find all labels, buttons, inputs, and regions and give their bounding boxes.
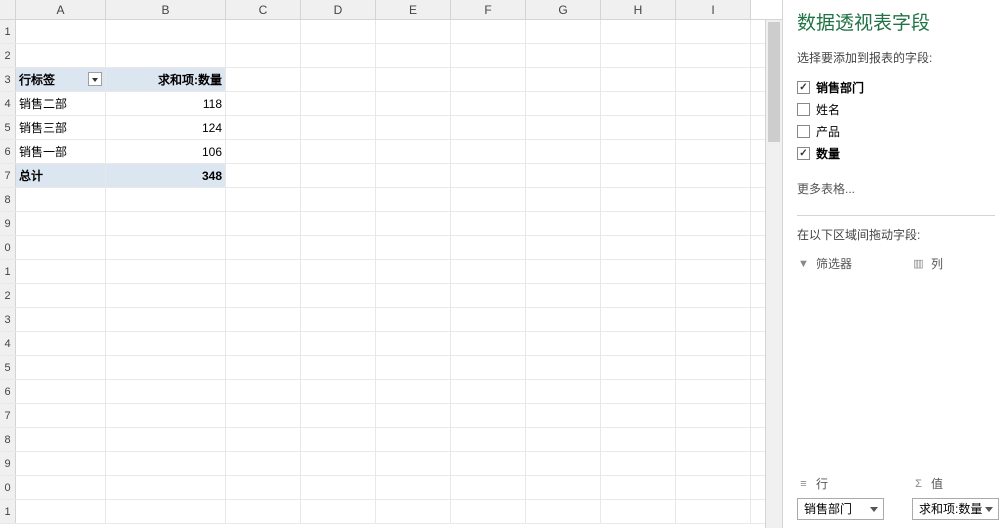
field-label: 姓名 [816,101,840,118]
area-header-filter: ▼ 筛选器 [797,255,884,272]
row-header[interactable]: 9 [0,452,16,475]
area-header-columns: ▥ 列 [912,255,999,272]
pivot-row-label-text: 行标签 [19,73,55,87]
drag-areas-label: 在以下区域间拖动字段: [797,226,1005,243]
row-header[interactable]: 1 [0,260,16,283]
row-header[interactable]: 8 [0,428,16,451]
row-header[interactable]: 0 [0,236,16,259]
panel-subtitle: 选择要添加到报表的字段: [797,49,1005,66]
columns-icon: ▥ [912,257,925,270]
row-header[interactable]: 8 [0,188,16,211]
more-tables-link[interactable]: 更多表格... [797,180,1005,197]
col-header-A[interactable]: A [16,0,106,19]
row-header[interactable]: 0 [0,476,16,499]
field-item-name[interactable]: 姓名 [797,98,1005,120]
col-header-D[interactable]: D [301,0,376,19]
scrollbar-thumb[interactable] [768,22,780,142]
area-label: 列 [931,255,943,272]
areas-grid: ▼ 筛选器 ▥ 列 ≡ 行 Σ 值 销售部门 求和项:数量 [797,255,1005,520]
row-header[interactable]: 9 [0,212,16,235]
filter-dropdown-icon[interactable] [88,72,102,86]
area-label: 行 [816,475,828,492]
row-header[interactable]: 6 [0,380,16,403]
col-header-H[interactable]: H [601,0,676,19]
pivot-grand-total-label[interactable]: 总计 [16,164,106,187]
select-all-corner[interactable] [0,0,16,19]
pivot-row-label[interactable]: 销售一部 [16,140,106,163]
col-header-C[interactable]: C [226,0,301,19]
row-header[interactable]: 6 [0,140,16,163]
row-header[interactable]: 3 [0,308,16,331]
field-label: 数量 [816,145,840,162]
area-header-rows: ≡ 行 [797,475,884,492]
field-list: 销售部门 姓名 产品 数量 [797,76,1005,164]
col-header-E[interactable]: E [376,0,451,19]
pivot-value-header[interactable]: 求和项:数量 [106,68,226,91]
row-header[interactable]: 7 [0,404,16,427]
spreadsheet-grid[interactable]: A B C D E F G H I 1 2 3 行标签 求和项:数量 4 销售二… [0,0,782,528]
pivot-row-label-header[interactable]: 行标签 [16,68,106,91]
rows-icon: ≡ [797,477,810,490]
row-header[interactable]: 1 [0,20,16,43]
divider [797,215,995,216]
row-header[interactable]: 5 [0,356,16,379]
checkbox-icon[interactable] [797,81,810,94]
col-header-G[interactable]: G [526,0,601,19]
checkbox-icon[interactable] [797,147,810,160]
column-headers: A B C D E F G H I [0,0,782,20]
field-item-quantity[interactable]: 数量 [797,142,1005,164]
vertical-scrollbar[interactable] [765,20,782,528]
pivot-row-value[interactable]: 124 [106,116,226,139]
row-header[interactable]: 3 [0,68,16,91]
row-header[interactable]: 1 [0,500,16,523]
checkbox-icon[interactable] [797,125,810,138]
values-field-dropdown[interactable]: 求和项:数量 [912,498,999,520]
area-header-values: Σ 值 [912,475,999,492]
area-label: 值 [931,475,943,492]
filter-icon: ▼ [797,257,810,270]
pivot-field-panel: 数据透视表字段 选择要添加到报表的字段: 销售部门 姓名 产品 数量 更多表格.… [782,0,1005,528]
field-label: 产品 [816,123,840,140]
pivot-row-value[interactable]: 106 [106,140,226,163]
col-header-B[interactable]: B [106,0,226,19]
panel-title: 数据透视表字段 [797,8,1005,35]
rows-field-dropdown[interactable]: 销售部门 [797,498,884,520]
checkbox-icon[interactable] [797,103,810,116]
field-label: 销售部门 [816,79,864,96]
sigma-icon: Σ [912,477,925,490]
area-box-columns[interactable] [912,278,999,469]
area-label: 筛选器 [816,255,852,272]
grid-body[interactable]: 1 2 3 行标签 求和项:数量 4 销售二部 118 5 销售三部 124 6… [0,20,782,524]
row-header[interactable]: 4 [0,332,16,355]
row-header[interactable]: 4 [0,92,16,115]
pivot-row-label[interactable]: 销售三部 [16,116,106,139]
row-header[interactable]: 2 [0,284,16,307]
pivot-row-label[interactable]: 销售二部 [16,92,106,115]
row-header[interactable]: 7 [0,164,16,187]
field-item-product[interactable]: 产品 [797,120,1005,142]
row-header[interactable]: 2 [0,44,16,67]
pivot-row-value[interactable]: 118 [106,92,226,115]
area-box-filter[interactable] [797,278,884,469]
pivot-grand-total-value[interactable]: 348 [106,164,226,187]
col-header-F[interactable]: F [451,0,526,19]
col-header-I[interactable]: I [676,0,751,19]
row-header[interactable]: 5 [0,116,16,139]
field-item-sales-dept[interactable]: 销售部门 [797,76,1005,98]
